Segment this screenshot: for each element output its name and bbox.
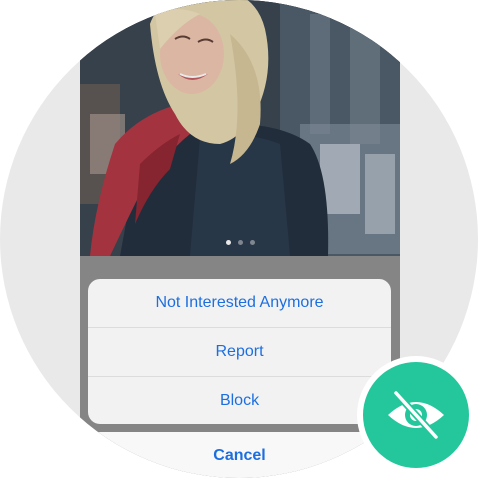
hide-badge (357, 356, 475, 474)
hide-badge-circle (363, 362, 469, 468)
screen: Not Interested Anymore Report Block Canc… (0, 0, 478, 480)
eye-off-icon (388, 389, 444, 441)
block-button[interactable]: Block (88, 377, 391, 424)
action-sheet: Not Interested Anymore Report Block (88, 279, 391, 424)
report-button[interactable]: Report (88, 328, 391, 377)
cancel-button[interactable]: Cancel (88, 432, 391, 478)
not-interested-button[interactable]: Not Interested Anymore (88, 279, 391, 328)
